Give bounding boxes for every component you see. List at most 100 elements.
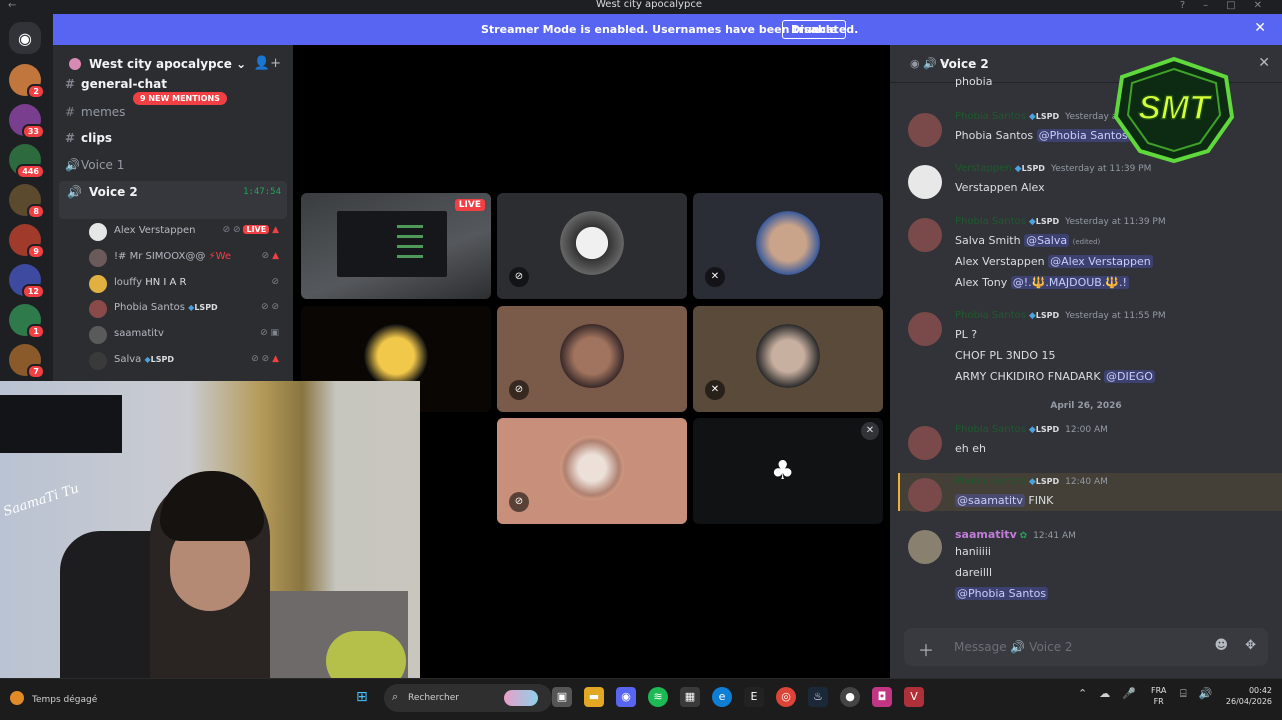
help-icon[interactable]: ?: [1180, 0, 1185, 11]
onedrive-icon[interactable]: ☁: [1099, 687, 1110, 700]
deafened-icon: ⊘: [509, 267, 529, 287]
discord-home-icon[interactable]: ◉: [9, 22, 41, 54]
voice-user[interactable]: Phobia Santos ◆LSPD ⊘ ⊘: [89, 298, 285, 320]
valorant-icon[interactable]: V: [904, 687, 924, 707]
avatar: [89, 326, 107, 344]
close-window-icon[interactable]: ✕: [1254, 0, 1262, 11]
obs-icon[interactable]: ●: [840, 687, 860, 707]
message-text: Alex Tony @!.🔱.MAJDOUB.🔱.!: [955, 276, 1129, 289]
message-text: phobia: [955, 75, 993, 88]
message-text: @saamatitv FINK: [955, 494, 1054, 507]
channel-clips[interactable]: # clips: [65, 131, 112, 149]
voice-user-name: saamatitv: [114, 328, 164, 339]
disable-streamer-mode-button[interactable]: Disable: [782, 20, 846, 39]
avatar: [908, 113, 942, 147]
participant-tile[interactable]: ✕: [693, 193, 883, 299]
message-input[interactable]: Message 🔊 Voice 2: [954, 640, 1073, 654]
avatar: [908, 312, 942, 346]
unread-badge: 8: [27, 204, 45, 219]
voice-user[interactable]: Salva ◆LSPD ⊘ ⊘ ▲: [89, 350, 285, 372]
message-text: Salva Smith @Salva (edited): [955, 234, 1101, 247]
discord-taskbar-icon[interactable]: ◉: [616, 687, 636, 707]
participant-tile[interactable]: ⊘: [497, 306, 687, 412]
invite-people-icon[interactable]: 👤+: [254, 56, 281, 71]
voice-user-status: ⊘ ⊘ ▲: [251, 354, 279, 364]
message-header: Phobia Santos ◆LSPD Yesterday at 11:55 PM: [955, 310, 1166, 321]
participant-tile[interactable]: ✕: [693, 306, 883, 412]
channel-voice-2[interactable]: 🔊 Voice 2 1:47:54: [59, 181, 287, 219]
avatar: [89, 300, 107, 318]
volume-icon[interactable]: 🔊: [1199, 687, 1213, 701]
file-explorer-icon[interactable]: ▬: [584, 687, 604, 707]
weather-icon[interactable]: [10, 691, 24, 705]
avatar: [89, 275, 107, 293]
channel-memes[interactable]: # memes: [65, 105, 125, 123]
server-icon[interactable]: 7: [9, 344, 45, 379]
clock[interactable]: 00:42 26/04/2026: [1218, 685, 1272, 707]
close-icon[interactable]: ✕: [861, 422, 879, 440]
server-icon[interactable]: 9: [9, 224, 45, 259]
steam-icon[interactable]: ♨: [808, 687, 828, 707]
apps-icon[interactable]: ✥: [1245, 638, 1256, 653]
voice-user[interactable]: louffy HN I A R ⊘: [89, 273, 285, 295]
search-icon: ⌕: [392, 690, 399, 703]
server-icon[interactable]: 446: [9, 144, 45, 179]
windows-start-icon[interactable]: ⊞: [356, 689, 368, 705]
message-text: PL ?: [955, 328, 978, 341]
message-header: Phobia Santos ◆LSPD Yesterday at 11:39 PM: [955, 216, 1166, 227]
language-indicator[interactable]: FRA FR: [1151, 685, 1166, 707]
close-chat-icon[interactable]: ✕: [1258, 55, 1270, 71]
voice-user-status: ⊘ ⊘ LIVE ▲: [222, 225, 279, 235]
server-icon[interactable]: 8: [9, 184, 45, 219]
voice-user[interactable]: Alex Verstappen ⊘ ⊘ LIVE ▲: [89, 221, 285, 243]
voice-user[interactable]: saamatitv ⊘ ▣: [89, 324, 285, 346]
activity-tile[interactable]: ♣ ✕: [693, 418, 883, 524]
weather-text[interactable]: Temps dégagé: [32, 695, 97, 705]
edge-icon[interactable]: e: [712, 687, 732, 707]
task-view-icon[interactable]: ▣: [552, 687, 572, 707]
chat-title: Voice 2: [940, 57, 989, 71]
microphone-icon[interactable]: 🎤: [1122, 687, 1136, 700]
network-volume: ⌸ 🔊: [1180, 687, 1212, 701]
maximize-icon[interactable]: □: [1226, 0, 1235, 11]
desktop: ← West city apocalypce ? – □ ✕ ◉ 2 33 44…: [0, 0, 1282, 720]
emoji-icon[interactable]: ☻: [1214, 638, 1228, 653]
spotify-icon[interactable]: ≋: [648, 687, 668, 707]
minimize-icon[interactable]: –: [1203, 0, 1208, 11]
taskbar-search[interactable]: ⌕ Rechercher: [384, 684, 552, 712]
tray-overflow-icon[interactable]: ⌃: [1078, 687, 1087, 700]
unread-badge: 33: [21, 124, 45, 139]
muted-icon: ✕: [705, 380, 725, 400]
message-header: Phobia Santos ◆LSPD 12:40 AM: [955, 476, 1108, 487]
epic-games-icon[interactable]: E: [744, 687, 764, 707]
voice-user[interactable]: !# Mr SIMOOX@@ ⚡We ⊘ ▲: [89, 247, 285, 269]
microsoft-store-icon[interactable]: ▦: [680, 687, 700, 707]
back-arrow-icon[interactable]: ←: [8, 0, 16, 11]
smt-logo-watermark: SMT: [1113, 56, 1235, 164]
message-header: Phobia Santos ◆LSPD 12:00 AM: [955, 424, 1108, 435]
server-name: West city apocalypce ⌄: [89, 57, 247, 71]
server-icon[interactable]: 33: [9, 104, 45, 139]
server-avatar: [69, 58, 81, 70]
attach-plus-icon[interactable]: ＋: [918, 637, 934, 661]
system-tray: ⌃ ☁ 🎤: [1078, 687, 1136, 700]
instagram-icon[interactable]: ◘: [872, 687, 892, 707]
server-icon[interactable]: 12: [9, 264, 45, 299]
message-text: CHOF PL 3NDO 15: [955, 349, 1056, 362]
participant-tile[interactable]: ⊘: [497, 193, 687, 299]
message-text: Verstappen Alex: [955, 181, 1045, 194]
window-title: West city apocalypce: [596, 0, 702, 10]
participant-tile[interactable]: ⊘: [497, 418, 687, 524]
close-icon[interactable]: ✕: [1254, 20, 1266, 36]
stream-tile[interactable]: LIVE: [301, 193, 491, 299]
channel-voice-1[interactable]: 🔊Voice 1: [65, 158, 124, 176]
search-highlight-icon: [504, 690, 538, 706]
new-mentions-pill[interactable]: 9 NEW MENTIONS: [133, 92, 227, 105]
server-icon[interactable]: 2: [9, 64, 45, 99]
voice-user-status: ⊘ ▲: [261, 251, 279, 261]
server-icon[interactable]: 1: [9, 304, 45, 339]
webcam-overlay: SaamaTi Tu: [0, 381, 420, 694]
chrome-icon[interactable]: ◎: [776, 687, 796, 707]
network-icon[interactable]: ⌸: [1180, 687, 1187, 701]
message-composer[interactable]: ＋ Message 🔊 Voice 2 ☻ ✥: [904, 628, 1268, 666]
